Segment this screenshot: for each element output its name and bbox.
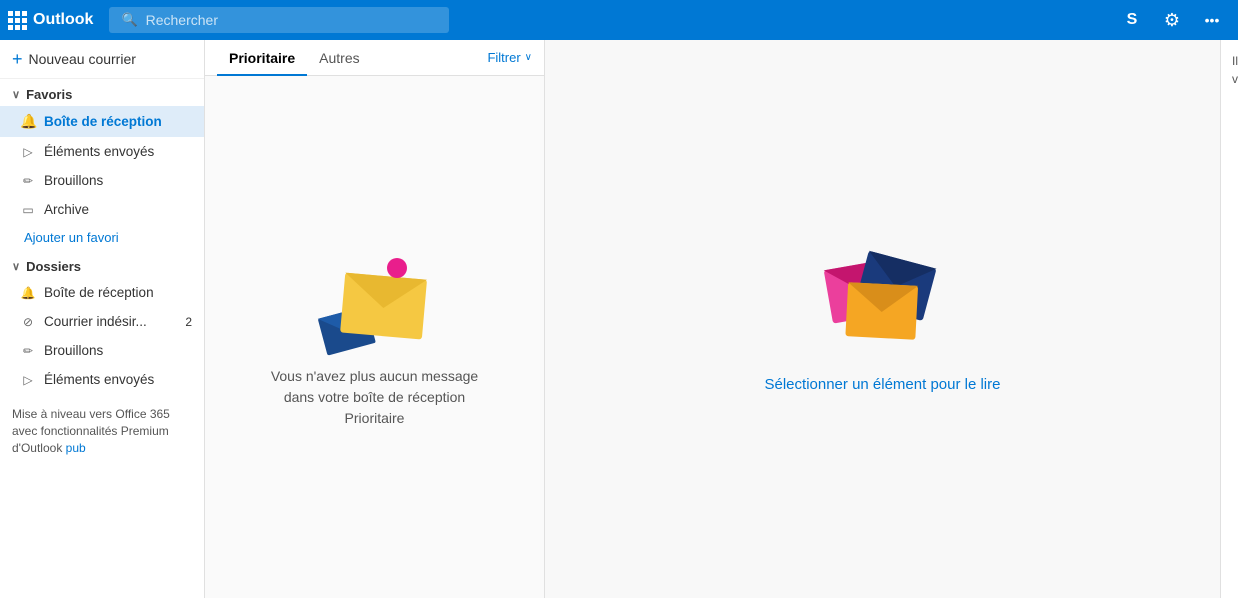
select-message-text: Sélectionner un élément pour le lire: [765, 376, 1001, 393]
right-panel-content: Il se utilise de p opt dans récept vous …: [1220, 40, 1238, 100]
add-favorite-link[interactable]: Ajouter un favori: [0, 224, 204, 251]
sidebar-item-drafts-folder[interactable]: ✏ Brouillons: [0, 336, 204, 365]
empty-inbox: Vous n'avez plus aucun message dans votr…: [205, 76, 544, 598]
sidebar-item-archive-fav[interactable]: ▭ Archive: [0, 195, 204, 224]
junk-badge: 2: [185, 315, 192, 329]
email-list-panel: Prioritaire Autres Filtrer ∨: [205, 40, 545, 598]
sidebar-item-label: Brouillons: [44, 343, 103, 358]
sent-icon: ▷: [20, 145, 36, 159]
sidebar-item-label: Boîte de réception: [44, 285, 154, 300]
right-panel: Il se utilise de p opt dans récept vous …: [1220, 40, 1238, 598]
sidebar-item-label: Éléments envoyés: [44, 372, 154, 387]
ellipsis-icon: •••: [1205, 12, 1220, 28]
chevron-down-icon: ∨: [525, 52, 532, 63]
upgrade-link[interactable]: pub: [66, 441, 86, 455]
app-name: Outlook: [33, 11, 93, 29]
envelope-illustration: [315, 246, 435, 346]
sidebar: + Nouveau courrier ∨ Favoris 🔔 Boîte de …: [0, 40, 205, 598]
sidebar-item-drafts-fav[interactable]: ✏ Brouillons: [0, 166, 204, 195]
tabs-row: Prioritaire Autres Filtrer ∨: [205, 40, 544, 76]
search-input[interactable]: [146, 12, 438, 28]
topbar-icons: S ⚙ •••: [1114, 2, 1230, 38]
more-button[interactable]: •••: [1194, 2, 1230, 38]
drafts-icon: ✏: [20, 174, 36, 188]
new-mail-label: Nouveau courrier: [29, 51, 136, 67]
folders-section-header[interactable]: ∨ Dossiers: [0, 251, 204, 278]
filter-button[interactable]: Filtrer ∨: [487, 42, 532, 73]
favorites-label: Favoris: [26, 87, 72, 102]
sidebar-item-label: Brouillons: [44, 173, 103, 188]
chevron-down-icon: ∨: [12, 88, 20, 101]
sidebar-item-sent-folder[interactable]: ▷ Éléments envoyés: [0, 365, 204, 394]
upgrade-box: Mise à niveau vers Office 365 avec fonct…: [0, 398, 204, 464]
sidebar-item-sent-fav[interactable]: ▷ Éléments envoyés: [0, 137, 204, 166]
topbar: Outlook 🔍 S ⚙ •••: [0, 0, 1238, 40]
search-icon: 🔍: [121, 12, 137, 28]
search-bar[interactable]: 🔍: [109, 7, 449, 33]
tab-others[interactable]: Autres: [307, 40, 371, 76]
empty-inbox-message: Vous n'avez plus aucun message dans votr…: [265, 366, 485, 429]
sidebar-item-label: Éléments envoyés: [44, 144, 154, 159]
plus-icon: +: [12, 50, 23, 68]
sidebar-item-junk-folder[interactable]: ⊘ Courrier indésir... 2: [0, 307, 204, 336]
chevron-down-icon: ∨: [12, 260, 20, 273]
new-mail-button[interactable]: + Nouveau courrier: [0, 40, 204, 79]
waffle-icon[interactable]: [8, 11, 27, 30]
settings-button[interactable]: ⚙: [1154, 2, 1190, 38]
sidebar-item-label: Courrier indésir...: [44, 314, 147, 329]
junk-icon: ⊘: [20, 315, 36, 329]
inbox-folder-icon: 🔔: [20, 286, 36, 300]
sent-folder-icon: ▷: [20, 373, 36, 387]
inbox-icon: 🔔: [20, 113, 36, 130]
drafts-folder-icon: ✏: [20, 344, 36, 358]
sidebar-item-label: Archive: [44, 202, 89, 217]
gear-icon: ⚙: [1164, 10, 1180, 31]
app-logo: Outlook: [8, 11, 93, 30]
main-layout: + Nouveau courrier ∨ Favoris 🔔 Boîte de …: [0, 40, 1238, 598]
sidebar-item-inbox-folder[interactable]: 🔔 Boîte de réception: [0, 278, 204, 307]
select-message-area: Sélectionner un élément pour le lire: [765, 246, 1001, 393]
skype-button[interactable]: S: [1114, 2, 1150, 38]
tab-priority[interactable]: Prioritaire: [217, 40, 307, 76]
sidebar-item-inbox-fav[interactable]: 🔔 Boîte de réception: [0, 106, 204, 137]
reading-pane: Sélectionner un élément pour le lire: [545, 40, 1220, 598]
archive-icon: ▭: [20, 203, 36, 217]
content-area: Prioritaire Autres Filtrer ∨: [205, 40, 1238, 598]
favorites-section-header[interactable]: ∨ Favoris: [0, 79, 204, 106]
skype-icon: S: [1127, 11, 1138, 29]
sidebar-item-label: Boîte de réception: [44, 114, 162, 129]
folders-label: Dossiers: [26, 259, 81, 274]
